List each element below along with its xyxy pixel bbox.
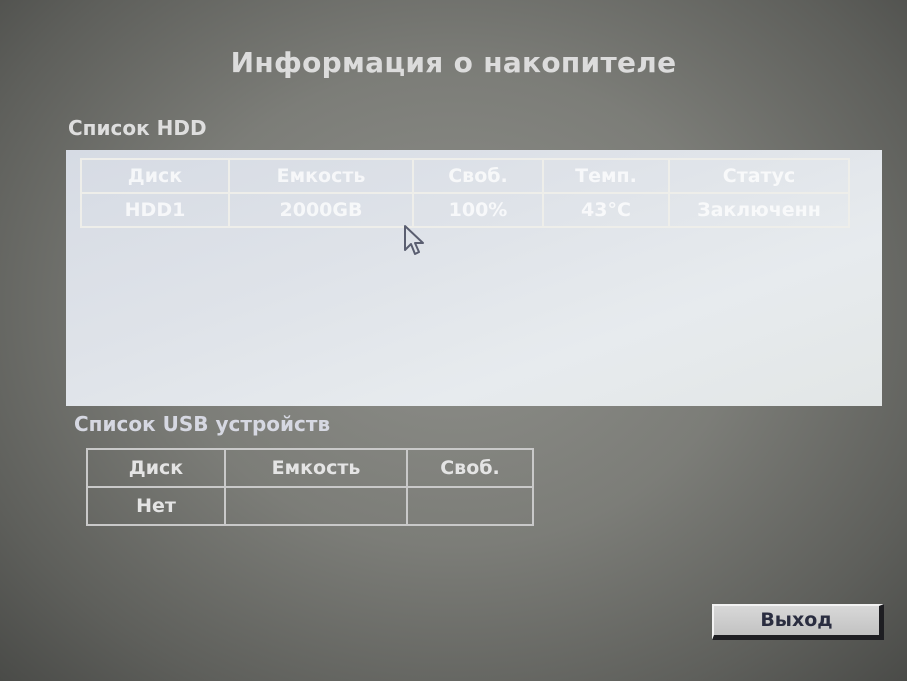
hdd-header-capacity: Емкость bbox=[228, 158, 414, 194]
hdd-cell-temp: 43°C bbox=[542, 192, 670, 228]
hdd-header-temp: Темп. bbox=[542, 158, 670, 194]
usb-table: Диск Емкость Своб. Нет bbox=[86, 448, 534, 526]
exit-button[interactable]: Выход bbox=[712, 604, 884, 640]
hdd-table-header-row: Диск Емкость Своб. Темп. Статус bbox=[80, 158, 850, 194]
usb-header-disk: Диск bbox=[86, 448, 226, 488]
hdd-list-label: Список HDD bbox=[68, 116, 207, 140]
hdd-header-status: Статус bbox=[668, 158, 850, 194]
table-row[interactable]: Нет bbox=[86, 486, 534, 526]
usb-cell-free bbox=[406, 486, 534, 526]
hdd-header-disk: Диск bbox=[80, 158, 230, 194]
hdd-cell-free: 100% bbox=[412, 192, 544, 228]
usb-list-label: Список USB устройств bbox=[74, 412, 331, 436]
page-title: Информация о накопителе bbox=[230, 46, 677, 79]
hdd-cell-capacity: 2000GB bbox=[228, 192, 414, 228]
hdd-table: Диск Емкость Своб. Темп. Статус HDD1 200… bbox=[80, 158, 850, 228]
table-row[interactable]: HDD1 2000GB 100% 43°C Заключенн bbox=[80, 192, 850, 228]
usb-header-free: Своб. bbox=[406, 448, 534, 488]
usb-cell-capacity bbox=[224, 486, 408, 526]
mouse-pointer-icon bbox=[404, 225, 424, 255]
hdd-header-free: Своб. bbox=[412, 158, 544, 194]
usb-header-capacity: Емкость bbox=[224, 448, 408, 488]
usb-cell-disk: Нет bbox=[86, 486, 226, 526]
usb-table-header-row: Диск Емкость Своб. bbox=[86, 448, 534, 488]
storage-info-screen: Информация о накопителе Список HDD Диск … bbox=[0, 0, 907, 681]
hdd-cell-disk: HDD1 bbox=[80, 192, 230, 228]
hdd-cell-status: Заключенн bbox=[668, 192, 850, 228]
